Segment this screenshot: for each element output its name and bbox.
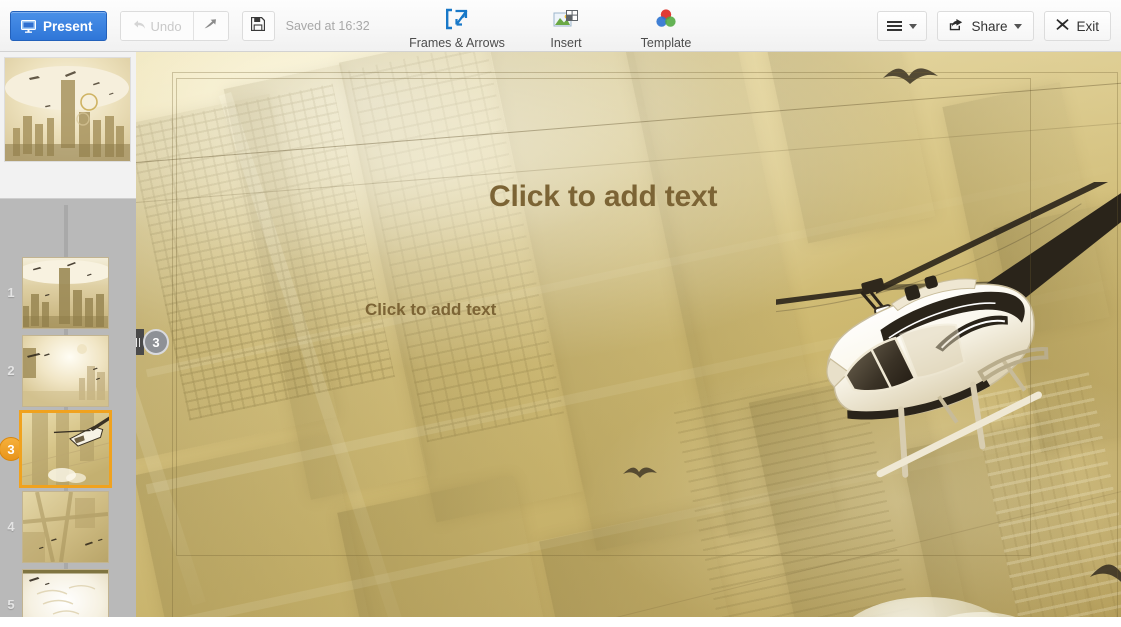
path-step-thumbnail[interactable] (22, 257, 109, 329)
undo-redo-group: Undo (119, 11, 229, 41)
undo-button[interactable]: Undo (120, 12, 193, 40)
frames-and-arrows-label: Frames & Arrows (409, 36, 505, 50)
undo-label: Undo (150, 18, 182, 34)
canvas-background-photo (136, 52, 1121, 627)
bird-silhouette-icon (623, 467, 657, 478)
path-step-thumbnail-selected[interactable] (19, 410, 112, 488)
prezi-overview-thumbnail[interactable] (4, 57, 131, 162)
template-colors-icon (654, 6, 678, 32)
path-step-number: 4 (7, 519, 15, 534)
toolbar-center-group: Frames & Arrows Insert Template (398, 3, 716, 50)
path-step-number: 5 (7, 597, 15, 612)
toolbar-left-group: Present Undo Saved at 16:32 (10, 11, 370, 41)
left-sidebar: Edit Path 1 (0, 52, 136, 627)
main-canvas[interactable]: Click to add text Click to add text 3 (136, 52, 1121, 627)
bird-silhouette-icon (883, 68, 938, 84)
floppy-disk-icon (250, 16, 266, 36)
insert-image-icon (553, 6, 579, 32)
share-button[interactable]: Share (937, 11, 1035, 41)
path-thumbnail-list: 1 2 3 4 5 (0, 199, 136, 627)
path-step-4[interactable]: 4 (0, 491, 136, 569)
insert-label: Insert (550, 36, 582, 50)
body-text-placeholder[interactable]: Click to add text (365, 300, 496, 320)
overview-panel (0, 52, 136, 199)
frame-number-badge-group: 3 (136, 329, 169, 355)
exit-button-label: Exit (1076, 18, 1099, 34)
window-bottom-edge (0, 617, 1121, 627)
presentation-screen-icon (21, 19, 36, 33)
path-step-1[interactable]: 1 (0, 257, 136, 335)
share-export-icon (949, 18, 964, 34)
frame-number-badge[interactable]: 3 (143, 329, 169, 355)
toolbar-right-group: Share Exit (877, 11, 1111, 41)
path-step-thumbnail[interactable] (22, 491, 109, 563)
path-step-number: 2 (7, 363, 15, 378)
chevron-down-icon (1014, 23, 1023, 29)
present-button[interactable]: Present (10, 11, 107, 41)
frames-and-arrows-icon (445, 6, 469, 32)
menu-button[interactable] (877, 11, 928, 41)
path-step-thumbnail[interactable] (22, 335, 109, 407)
insert-tool[interactable]: Insert (516, 3, 616, 50)
hamburger-menu-icon (887, 21, 903, 31)
present-button-label: Present (43, 18, 93, 34)
frames-and-arrows-tool[interactable]: Frames & Arrows (398, 3, 516, 50)
redo-arrow-icon (203, 17, 218, 35)
path-step-3[interactable]: 3 (0, 410, 136, 491)
template-tool[interactable]: Template (616, 3, 716, 50)
close-x-icon (1056, 18, 1070, 34)
helicopter-illustration (776, 182, 1121, 478)
save-button[interactable] (241, 11, 275, 41)
path-step-2[interactable]: 2 (0, 335, 136, 413)
prezi-editor-window: Present Undo Saved at 16:32 Frames & Arr… (0, 0, 1121, 627)
redo-button[interactable] (192, 12, 228, 40)
undo-arrow-icon (132, 19, 146, 34)
bird-silhouette-icon (1090, 564, 1121, 583)
exit-button[interactable]: Exit (1044, 11, 1111, 41)
path-step-number: 1 (7, 285, 15, 300)
chevron-down-icon (909, 23, 918, 29)
title-text-placeholder[interactable]: Click to add text (489, 180, 718, 214)
saved-status-label: Saved at 16:32 (285, 19, 370, 33)
top-toolbar: Present Undo Saved at 16:32 Frames & Arr… (0, 0, 1121, 52)
share-button-label: Share (971, 18, 1008, 34)
template-label: Template (640, 36, 692, 50)
